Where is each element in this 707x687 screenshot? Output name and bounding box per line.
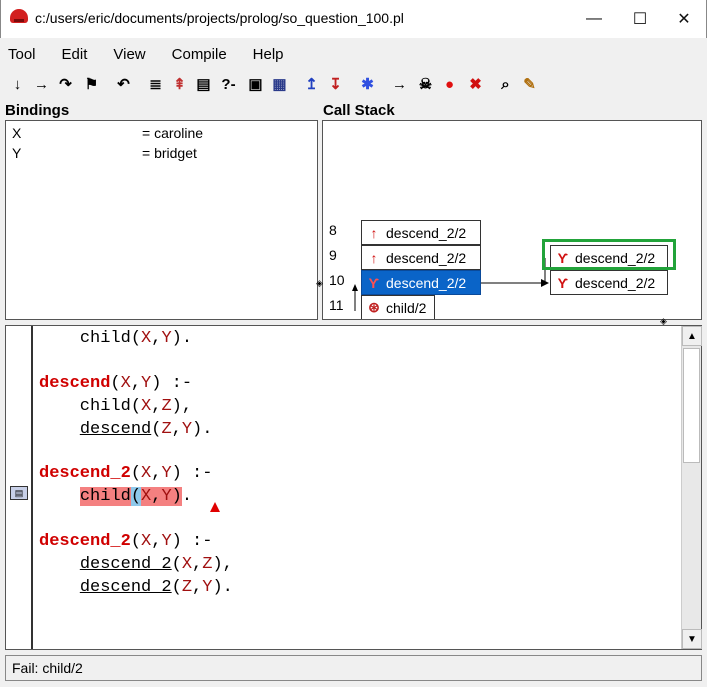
code-line: descend(Z,Y). [79, 420, 213, 439]
leap-icon[interactable]: ▤ [192, 71, 215, 97]
menu-edit[interactable]: Edit [59, 42, 91, 68]
editor-gutter: ▤ [6, 326, 33, 649]
binding-value: = caroline [142, 125, 204, 141]
close-button[interactable]: ✕ [661, 0, 707, 38]
binding-var: X [12, 125, 22, 141]
highlight-box [542, 239, 676, 270]
bindings-pane[interactable]: X = caroline Y = bridget [5, 120, 318, 320]
swi-prolog-icon [10, 9, 28, 23]
stack-up-icon[interactable]: ↥ [300, 71, 323, 97]
bindings-title: Bindings [5, 102, 70, 119]
edit-icon[interactable]: ✎ [518, 71, 541, 97]
binding-value: = bridget [142, 145, 197, 161]
minimize-button[interactable]: — [571, 0, 617, 38]
frame-label: descend_2/2 [575, 274, 656, 291]
scroll-down-icon[interactable]: ▼ [682, 629, 702, 649]
code-line: child(X,Z), [39, 397, 193, 416]
goto-icon[interactable]: → [388, 71, 411, 97]
step-into-icon[interactable]: ↓ [6, 71, 29, 97]
maximize-button[interactable]: ☐ [617, 0, 663, 38]
callstack-title: Call Stack [323, 102, 395, 119]
search-icon[interactable]: ⌕ [494, 71, 517, 97]
breakpoint-icon[interactable]: ✱ [356, 71, 379, 97]
console-icon[interactable]: ▣ [244, 71, 267, 97]
alternative-frame[interactable]: Ƴ descend_2/2 [550, 270, 668, 295]
binding-var: Y [12, 145, 22, 161]
code-line: descend_2(Z,Y). [79, 578, 233, 597]
skip-icon[interactable]: ↷ [54, 71, 77, 97]
nodebug-icon[interactable]: ≣ [144, 71, 167, 97]
stop-icon[interactable]: ● [438, 71, 461, 97]
menu-help[interactable]: Help [250, 42, 287, 68]
stack-down-icon[interactable]: ↧ [324, 71, 347, 97]
editor-scrollbar[interactable]: ▲ ▼ [681, 326, 702, 649]
current-line-icon: ▤ [10, 486, 28, 500]
menu-view[interactable]: View [110, 42, 148, 68]
query-icon[interactable]: ?- [217, 71, 240, 97]
menu-compile[interactable]: Compile [169, 42, 230, 68]
source-editor[interactable]: ▤ child(X,Y). descend(X,Y) :- child(X,Z)… [5, 325, 702, 650]
fail-marker-icon [210, 502, 220, 512]
menu-tool[interactable]: Tool [5, 42, 39, 68]
scroll-thumb[interactable] [683, 348, 700, 463]
code-line: descend_2(X,Y) :- [39, 532, 213, 551]
window-title: c:/users/eric/documents/projects/prolog/… [35, 10, 404, 26]
abort-icon[interactable]: ✖ [464, 71, 487, 97]
step-over-icon[interactable]: → [30, 71, 53, 97]
choice-point-icon: Ƴ [557, 274, 569, 291]
menu-bar: Tool Edit View Compile Help [0, 42, 707, 68]
code-line-current: child(X,Y). [79, 487, 193, 506]
callstack-pane[interactable]: 8 9 10 11 ↑ descend_2/2 ↑ descend_2/2 Ƴ … [322, 120, 702, 320]
source-code[interactable]: child(X,Y). descend(X,Y) :- child(X,Z), … [39, 326, 679, 649]
code-line: descend_2(X,Y) :- [39, 464, 213, 483]
status-bar: Fail: child/2 [5, 655, 702, 681]
finish-icon[interactable]: ⚑ [80, 71, 103, 97]
spy-icon[interactable]: ☠ [414, 71, 437, 97]
editor-icon[interactable]: ▦ [268, 71, 291, 97]
code-line: child(X,Y). [79, 329, 193, 348]
code-line: descend(X,Y) :- [39, 374, 193, 393]
scroll-up-icon[interactable]: ▲ [682, 326, 702, 346]
title-bar: c:/users/eric/documents/projects/prolog/… [0, 0, 707, 38]
up-frame-icon[interactable]: ⇞ [168, 71, 191, 97]
retry-icon[interactable]: ↶ [112, 71, 135, 97]
split-handle-icon[interactable]: ◈ [316, 278, 323, 289]
code-line: descend_2(X,Z), [79, 555, 233, 574]
